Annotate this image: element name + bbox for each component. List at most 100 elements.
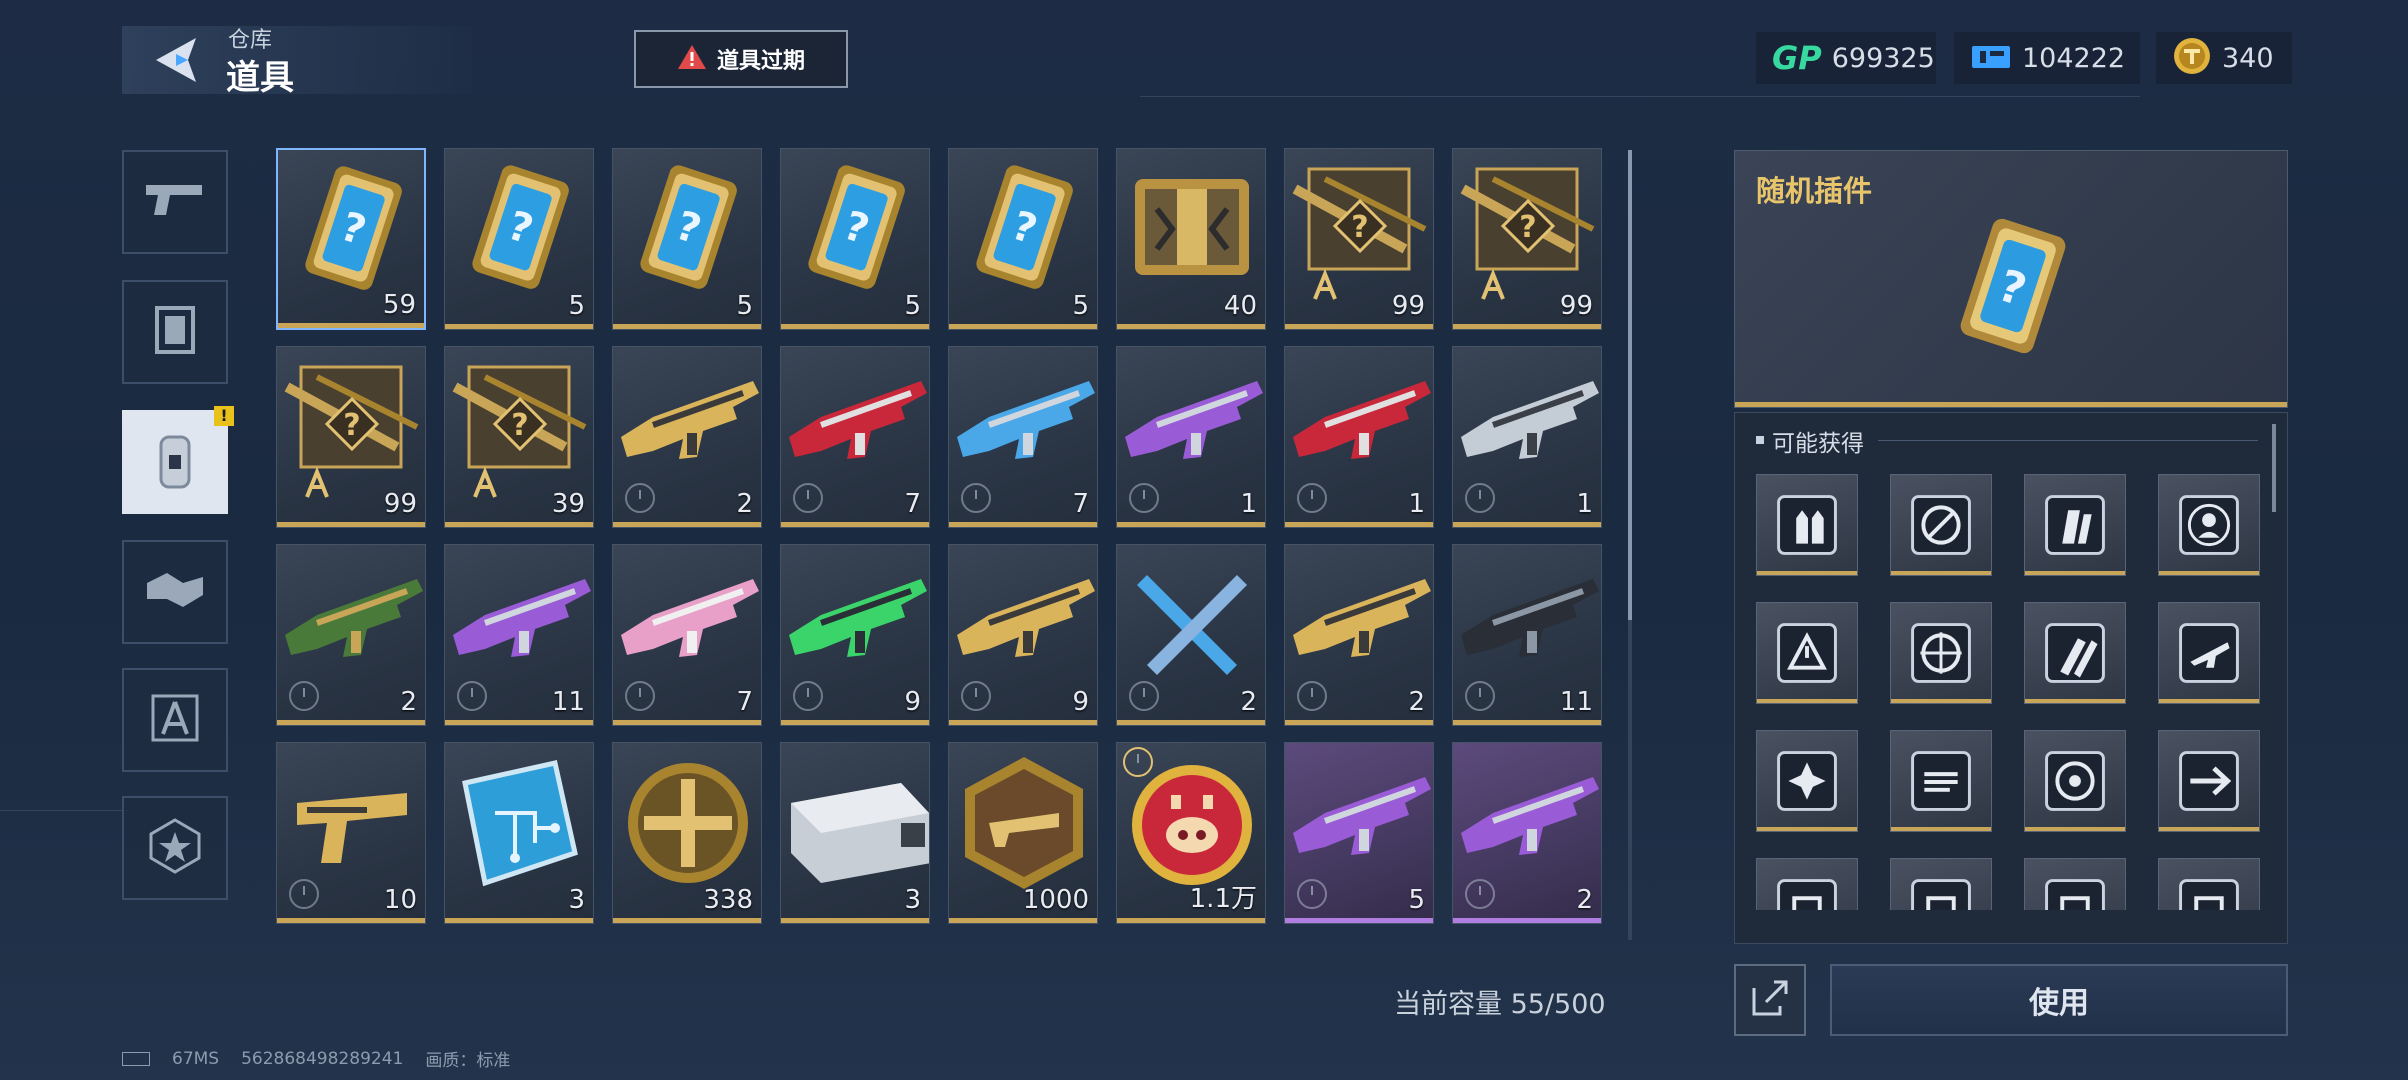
reward-item[interactable] (2158, 602, 2260, 704)
rarity-bar (2025, 827, 2125, 831)
reward-item[interactable] (2158, 474, 2260, 576)
reward-item[interactable] (1890, 858, 1992, 910)
magazine-icon (2045, 495, 2105, 555)
reward-item[interactable] (1756, 730, 1858, 832)
inventory-item[interactable]: ? 5 (444, 148, 594, 330)
item-count: 2 (1240, 687, 1257, 717)
tab-trade[interactable] (122, 540, 228, 644)
reward-item[interactable] (1756, 602, 1858, 704)
stock-icon (1911, 751, 1971, 811)
item-count: 40 (1223, 291, 1257, 321)
inventory-item[interactable]: 11 (444, 544, 594, 726)
blue-chip-card-icon (462, 760, 578, 887)
inventory-item[interactable]: 7 (780, 346, 930, 528)
reward-item[interactable] (2158, 730, 2260, 832)
inventory-item[interactable]: ? 99 (1284, 148, 1434, 330)
shuriken-icon (1777, 751, 1837, 811)
reward-item[interactable] (1756, 858, 1858, 910)
inventory-item[interactable]: 9 (948, 544, 1098, 726)
tab-weapons[interactable] (122, 150, 228, 254)
heading-bullet (1756, 436, 1764, 444)
inventory-item[interactable]: 7 (948, 346, 1098, 528)
inventory-item[interactable]: ? 99 (276, 346, 426, 528)
rarity-bar (613, 918, 761, 923)
timed-clock-icon (1123, 747, 1153, 777)
blueprint-mystery-rifle-icon: ? (284, 365, 419, 498)
reward-item[interactable] (2158, 858, 2260, 910)
use-button[interactable]: 使用 (1830, 964, 2288, 1036)
random-plugin-card-icon: ? (305, 166, 402, 290)
inventory-item[interactable]: 1 (1116, 346, 1266, 528)
inventory-item[interactable]: 1 (1452, 346, 1602, 528)
tab-characters[interactable] (122, 280, 228, 384)
item-count: 5 (568, 291, 585, 321)
inventory-item[interactable]: 2 (612, 346, 762, 528)
reward-item[interactable] (1890, 602, 1992, 704)
inventory-item[interactable]: 11 (1452, 544, 1602, 726)
reward-item[interactable] (1756, 474, 1858, 576)
rarity-bar (1285, 918, 1433, 923)
plugin-icon (1777, 879, 1837, 910)
rarity-bar (613, 522, 761, 527)
inventory-item[interactable]: 1 (1284, 346, 1434, 528)
tab-blueprints[interactable] (122, 668, 228, 772)
graphics-quality: 画质：标准 (425, 1051, 511, 1071)
inventory-item[interactable]: 2 (1284, 544, 1434, 726)
inventory-item[interactable]: ? 5 (948, 148, 1098, 330)
random-plugin-card-icon: ? (808, 165, 905, 289)
gold-supply-crate-icon (1135, 179, 1249, 275)
currency-gp: GP 699325 (1756, 32, 1936, 84)
rarity-bar (1891, 827, 1991, 831)
inventory-item[interactable]: 5 (1284, 742, 1434, 924)
back-arrow-icon[interactable] (148, 32, 204, 88)
inventory-scrollbar-thumb[interactable] (1628, 150, 1632, 620)
tab-collection[interactable] (122, 796, 228, 900)
inventory-item[interactable]: 1000 (948, 742, 1098, 924)
reward-item[interactable] (2024, 730, 2126, 832)
inventory-item[interactable]: ? 5 (612, 148, 762, 330)
inventory-item[interactable]: 3 (780, 742, 930, 924)
rarity-bar (781, 324, 929, 329)
tab-items[interactable]: ! (122, 406, 234, 514)
share-button[interactable] (1734, 964, 1806, 1036)
blueprint-mystery-rifle-icon: ? (452, 365, 587, 498)
rarity-bar (1117, 324, 1265, 329)
rewards-grid (1756, 474, 2276, 910)
svg-text:?: ? (511, 408, 528, 443)
item-count: 9 (1072, 687, 1089, 717)
rarity-bar (613, 720, 761, 725)
inventory-item[interactable]: 3 (444, 742, 594, 924)
item-count: 1 (1576, 489, 1593, 519)
expired-items-button[interactable]: 道具过期 (634, 30, 848, 88)
handshake-icon (143, 565, 207, 619)
rarity-bar (1285, 324, 1433, 329)
inventory-item[interactable]: 40 (1116, 148, 1266, 330)
inventory-item[interactable]: ? 99 (1452, 148, 1602, 330)
battery-icon (122, 1051, 150, 1066)
inventory-item[interactable]: 10 (276, 742, 426, 924)
reward-item[interactable] (2024, 474, 2126, 576)
gp-icon: GP (1772, 39, 1822, 77)
inventory-item[interactable]: ? 5 (780, 148, 930, 330)
timed-clock-icon (1465, 681, 1495, 711)
timed-clock-icon (1297, 483, 1327, 513)
plugin-icon (2045, 879, 2105, 910)
rarity-bar (1891, 699, 1991, 703)
inventory-item[interactable]: 1.1万 (1116, 742, 1266, 924)
inventory-item[interactable]: 338 (612, 742, 762, 924)
inventory-item[interactable]: 2 (1452, 742, 1602, 924)
inventory-item[interactable]: 9 (780, 544, 930, 726)
pistol-icon (140, 175, 210, 229)
inventory-item[interactable]: ? 59 (276, 148, 426, 330)
timed-clock-icon (793, 681, 823, 711)
item-count: 10 (383, 885, 417, 915)
inventory-item[interactable]: 2 (1116, 544, 1266, 726)
inventory-item[interactable]: 2 (276, 544, 426, 726)
inventory-item[interactable]: ? 39 (444, 346, 594, 528)
blueprint-mystery-rifle-icon: ? (1460, 167, 1595, 300)
inventory-item[interactable]: 7 (612, 544, 762, 726)
reward-item[interactable] (1890, 730, 1992, 832)
reward-item[interactable] (2024, 602, 2126, 704)
reward-item[interactable] (1890, 474, 1992, 576)
reward-item[interactable] (2024, 858, 2126, 910)
